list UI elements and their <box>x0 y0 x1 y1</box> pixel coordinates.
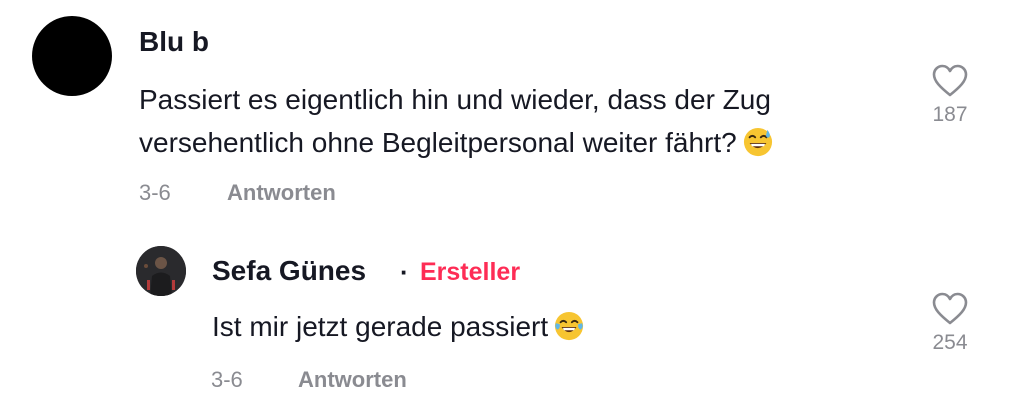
reply-reply-button[interactable]: Antworten <box>298 367 407 393</box>
separator-dot: · <box>400 257 409 287</box>
reply-text: Ist mir jetzt gerade passiert <box>212 305 584 348</box>
comment-username[interactable]: Blu b <box>139 26 209 58</box>
reply-button[interactable]: Antworten <box>227 180 336 206</box>
comment-text: Passiert es eigentlich hin und wieder, d… <box>139 78 773 164</box>
reply-text-content: Ist mir jetzt gerade passiert <box>212 311 549 342</box>
like-button[interactable]: 187 <box>920 64 980 128</box>
comment-text-line1: Passiert es eigentlich hin und wieder, d… <box>139 84 771 115</box>
grinning-face-with-sweat-icon <box>743 127 772 157</box>
reply-username[interactable]: Sefa Günes <box>212 255 366 287</box>
comment-date: 3-6 <box>139 180 171 205</box>
comment-text-line2: versehentlich ohne Begleitpersonal weite… <box>139 127 737 158</box>
reply-avatar[interactable] <box>136 246 186 296</box>
reply-like-button[interactable]: 254 <box>920 292 980 356</box>
face-with-tears-of-joy-icon <box>555 311 584 341</box>
creator-badge: Ersteller <box>420 258 521 286</box>
reply-like-count: 254 <box>932 331 968 354</box>
heart-icon <box>932 292 968 325</box>
reply-date: 3-6 <box>211 367 243 392</box>
avatar[interactable] <box>32 16 112 96</box>
like-count: 187 <box>932 103 968 126</box>
person-avatar-icon <box>136 246 186 296</box>
heart-icon <box>932 64 968 97</box>
